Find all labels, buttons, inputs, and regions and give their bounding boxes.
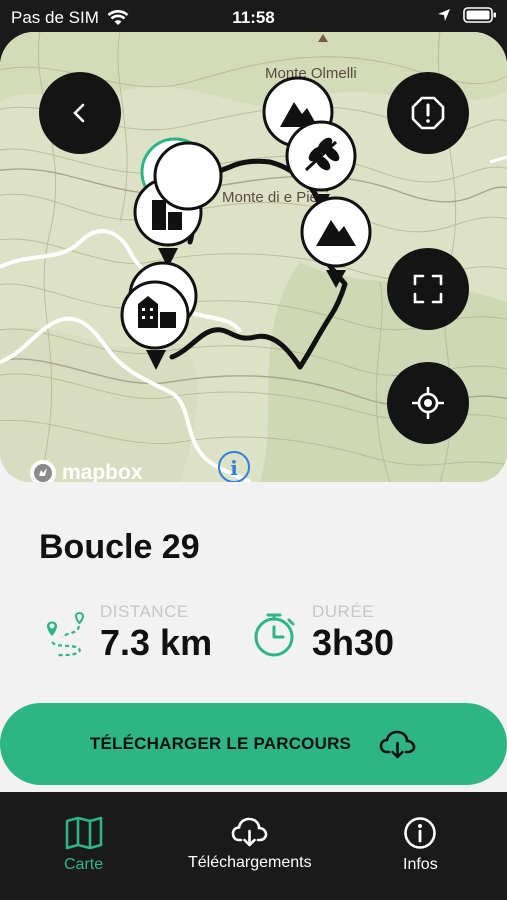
duration-label: DURÉE — [312, 602, 375, 621]
download-route-button[interactable]: TÉLÉCHARGER LE PARCOURS — [0, 703, 507, 785]
status-time: 11:58 — [232, 8, 275, 27]
mapbox-icon — [30, 460, 56, 482]
locate-me-button[interactable] — [387, 362, 469, 444]
tab-label: Carte — [64, 856, 104, 873]
marker-mountain-icon[interactable] — [300, 196, 372, 288]
distance-label: DISTANCE — [100, 602, 189, 621]
map-view[interactable]: Monte Olmelli Monte di e Pievi mapbox i — [0, 32, 507, 482]
tab-label: Infos — [403, 856, 438, 873]
info-circle-icon — [404, 817, 437, 849]
mapbox-attribution: mapbox — [62, 461, 143, 482]
map-info-button[interactable]: i — [218, 451, 250, 482]
battery-icon — [463, 7, 496, 23]
distance-value: 7.3 km — [100, 622, 213, 663]
download-route-label: TÉLÉCHARGER LE PARCOURS — [89, 734, 352, 753]
cloud-download-icon — [379, 730, 416, 759]
tab-bar: Carte Téléchargements Infos — [0, 792, 507, 900]
duration-stat: DURÉE 3h30 — [252, 602, 394, 662]
chevron-left-icon — [73, 103, 85, 123]
tab-infos[interactable]: Infos — [403, 816, 438, 874]
duration-value: 3h30 — [312, 622, 395, 663]
mapbox-logo: mapbox — [28, 458, 143, 482]
marker-town-icon[interactable] — [120, 261, 198, 370]
alert-octagon-icon — [411, 96, 445, 130]
status-right — [437, 7, 497, 23]
tab-telechargements[interactable]: Téléchargements — [188, 816, 312, 872]
tab-label: Téléchargements — [188, 854, 312, 871]
stopwatch-icon — [254, 613, 295, 657]
report-alert-button[interactable] — [387, 72, 469, 154]
tab-carte[interactable]: Carte — [64, 816, 103, 874]
status-bar: Pas de SIM 11:58 — [0, 0, 507, 34]
map-icon — [65, 816, 102, 850]
route-distance-icon — [47, 612, 85, 657]
back-button[interactable] — [39, 72, 121, 154]
crosshair-icon — [412, 387, 444, 419]
route-title: Boucle 29 — [39, 528, 200, 566]
distance-stat: DISTANCE 7.3 km — [38, 602, 212, 662]
fit-route-button[interactable] — [387, 248, 469, 330]
cloud-download-icon — [231, 817, 268, 847]
location-arrow-icon — [438, 9, 450, 21]
frame-corners-icon — [413, 274, 443, 304]
marker-town-icon[interactable] — [133, 137, 223, 268]
